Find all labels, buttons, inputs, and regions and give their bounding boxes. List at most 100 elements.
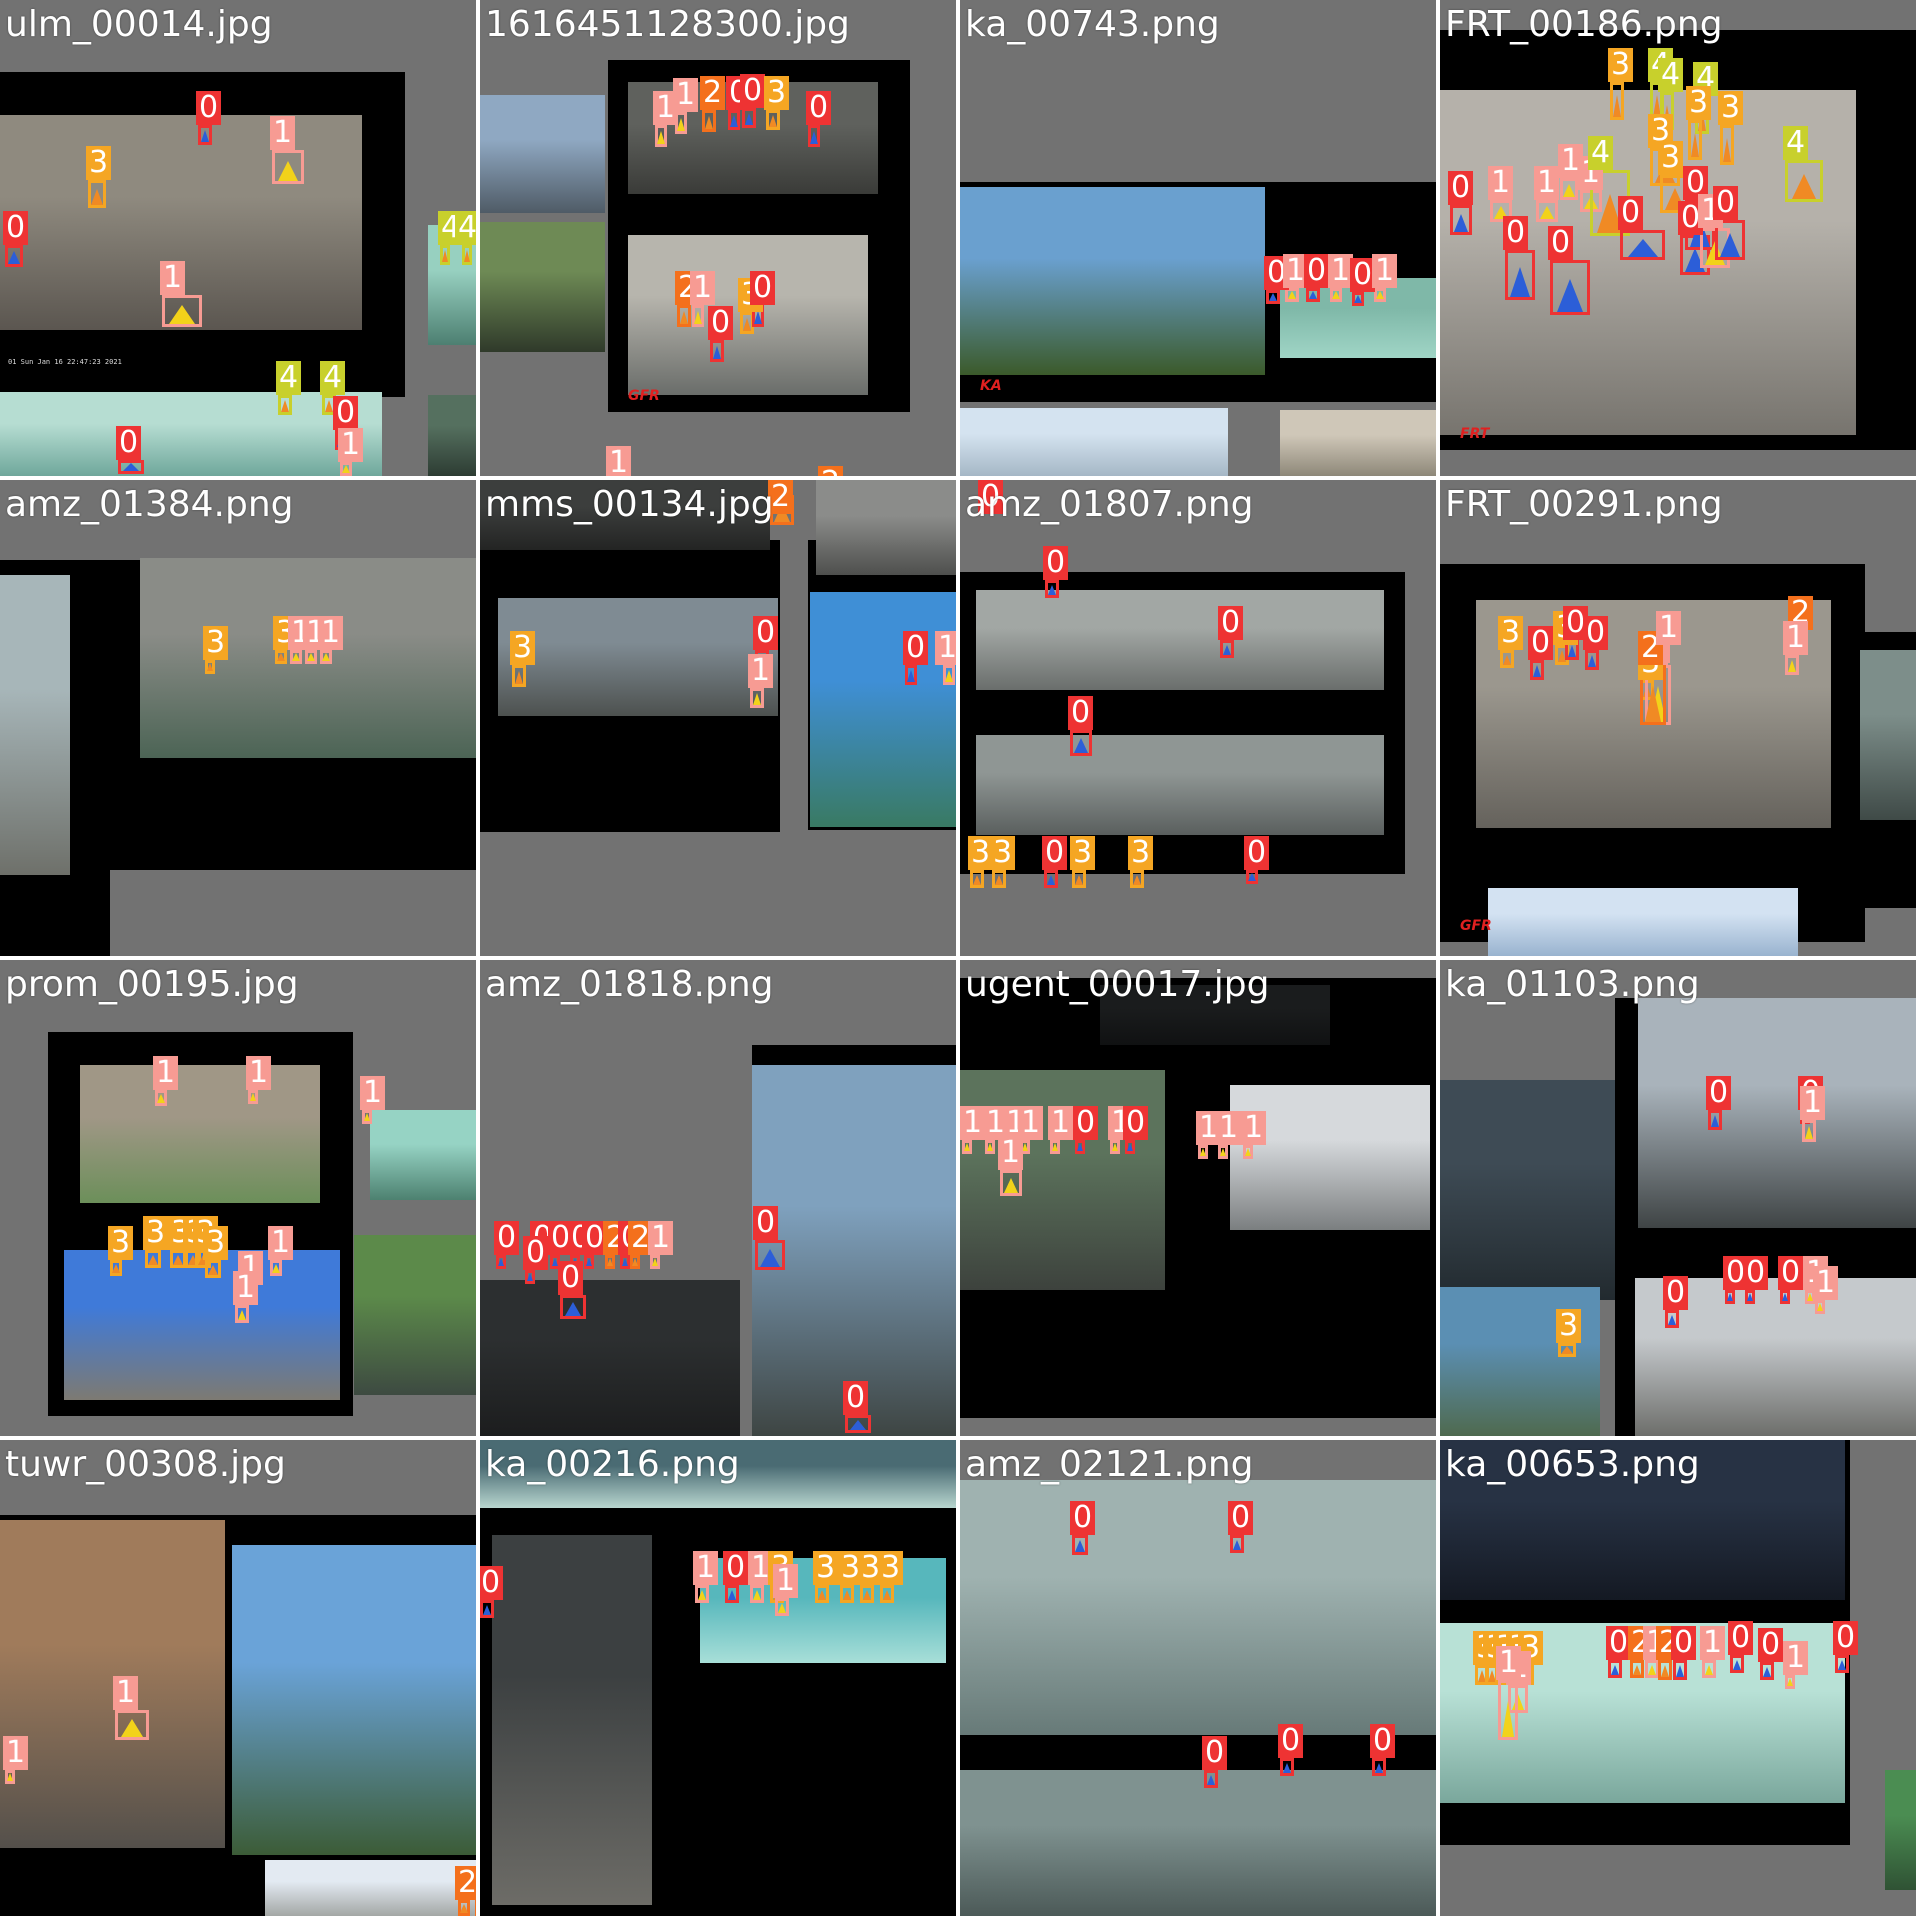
traffic-cone-icon: [464, 250, 470, 262]
traffic-cone-icon: [964, 1143, 970, 1151]
detection-box: [1372, 1758, 1386, 1776]
traffic-cone-icon: [694, 311, 702, 324]
traffic-cone-icon: [364, 1113, 370, 1121]
traffic-cone-icon: [1454, 214, 1468, 232]
detection-class-label: 3: [1686, 86, 1712, 120]
detection-box: [1550, 260, 1590, 315]
traffic-cone-icon: [753, 1590, 761, 1600]
traffic-cone-icon: [818, 1590, 826, 1600]
traffic-cone-icon: [148, 1255, 158, 1265]
detection-class-label: 0: [1671, 1626, 1697, 1660]
detection-class-label: 0: [1304, 254, 1330, 288]
detection-class-label: 0: [1123, 1106, 1149, 1140]
traffic-cone-icon: [201, 130, 209, 142]
detection-class-label: 1: [1700, 1626, 1726, 1660]
detection-box: [1285, 288, 1299, 302]
traffic-cone-icon: [698, 1590, 706, 1600]
image-filename: FRT_00291.png: [1445, 484, 1723, 525]
detection-box: [1585, 650, 1599, 670]
detection-box: [440, 245, 450, 265]
detection-class-label: 1: [1800, 1086, 1826, 1120]
traffic-cone-icon: [281, 400, 289, 412]
detection-box: [605, 1255, 615, 1269]
detection-box: [1070, 730, 1092, 756]
detection-box: [1745, 1290, 1755, 1304]
traffic-cone-icon: [1720, 233, 1740, 257]
traffic-cone-icon: [1563, 184, 1575, 197]
detection-box: [1000, 1170, 1022, 1196]
traffic-cone-icon: [173, 1255, 183, 1265]
detection-box: [145, 1250, 161, 1268]
traffic-cone-icon: [1052, 1143, 1058, 1151]
traffic-cone-icon: [622, 1258, 628, 1266]
mosaic-grid: 01 Sun Jan 16 22:47:23 2021 0 1 3 0 1 4 4 4 4 0 0 1 u…: [0, 0, 1920, 1920]
traffic-cone-icon: [1747, 1293, 1753, 1301]
traffic-cone-icon: [121, 1719, 143, 1737]
traffic-cone-icon: [754, 311, 762, 324]
detection-class-label: 0: [558, 1261, 584, 1295]
detection-class-label: 0: [494, 1221, 520, 1255]
traffic-cone-icon: [1375, 1763, 1383, 1773]
traffic-cone-icon: [677, 118, 685, 131]
detection-box: [1266, 290, 1280, 304]
camera-photo: [480, 95, 605, 213]
image-filename: ka_00743.png: [965, 4, 1220, 45]
camera-photo: [1488, 888, 1798, 956]
detection-box: [272, 150, 304, 184]
image-filename: ulm_00014.jpg: [5, 4, 273, 45]
detection-box: [1125, 1140, 1135, 1154]
camera-photo: [960, 187, 1265, 375]
detection-class-label: 3: [203, 1226, 229, 1260]
camera-photo: [80, 1065, 320, 1203]
detection-box: [110, 1260, 122, 1276]
mosaic-tile: 33333110212010010ka_00653.png: [1440, 1440, 1916, 1916]
detection-class-label: 1: [233, 1271, 259, 1305]
detection-box: [695, 1585, 709, 1603]
detection-box: [1673, 1660, 1687, 1680]
detection-box: [755, 1240, 785, 1270]
camera-photo: [1280, 410, 1436, 476]
traffic-cone-icon: [987, 1143, 993, 1151]
detection-class-label: 1: [690, 271, 716, 305]
mosaic-tile: 1122tuwr_00308.jpg: [0, 1440, 476, 1916]
detection-box: [1702, 1660, 1716, 1678]
camera-photo: [976, 590, 1384, 690]
detection-box: [198, 125, 212, 145]
detection-class-label: 0: [1743, 1256, 1769, 1290]
detection-box: [725, 1585, 739, 1603]
detection-class-label: 1: [773, 1564, 799, 1598]
camera-photo: [960, 408, 1228, 476]
traffic-cone-icon: [1112, 1143, 1118, 1151]
camera-photo: [816, 480, 956, 575]
detection-class-label: 0: [480, 1566, 504, 1600]
traffic-cone-icon: [1676, 1665, 1684, 1677]
traffic-cone-icon: [1705, 1665, 1713, 1675]
detection-box: [1072, 870, 1086, 888]
detection-box: [1505, 250, 1535, 300]
detection-box: [1330, 288, 1342, 302]
detection-box: [750, 688, 764, 708]
detection-class-label: 2: [455, 1866, 476, 1900]
detection-box: [766, 110, 780, 130]
detection-class-label: 3: [86, 146, 112, 180]
detection-class-label: 0: [1218, 606, 1244, 640]
traffic-cone-icon: [1048, 585, 1056, 595]
detection-class-label: 3: [1556, 1309, 1582, 1343]
traffic-cone-icon: [1568, 645, 1576, 657]
detection-class-label: 4: [1588, 136, 1614, 170]
detection-box: [630, 1255, 640, 1269]
traffic-cone-icon: [483, 1605, 491, 1615]
mosaic-tile: 0013000011ka_01103.png: [1440, 960, 1916, 1436]
detection-class-label: 0: [196, 91, 222, 125]
detection-class-label: 1: [606, 446, 632, 476]
detection-box: [1218, 1145, 1228, 1159]
traffic-cone-icon: [728, 1590, 736, 1600]
detection-box: [1815, 1300, 1825, 1314]
detection-box: [1110, 1140, 1120, 1154]
detection-class-label: 0: [1583, 616, 1609, 650]
detection-class-label: 0: [750, 271, 776, 305]
traffic-cone-icon: [1668, 1315, 1676, 1325]
team-logo: GFR: [628, 388, 660, 404]
detection-box: [1785, 1675, 1795, 1689]
detection-class-label: 0: [1202, 1736, 1228, 1770]
